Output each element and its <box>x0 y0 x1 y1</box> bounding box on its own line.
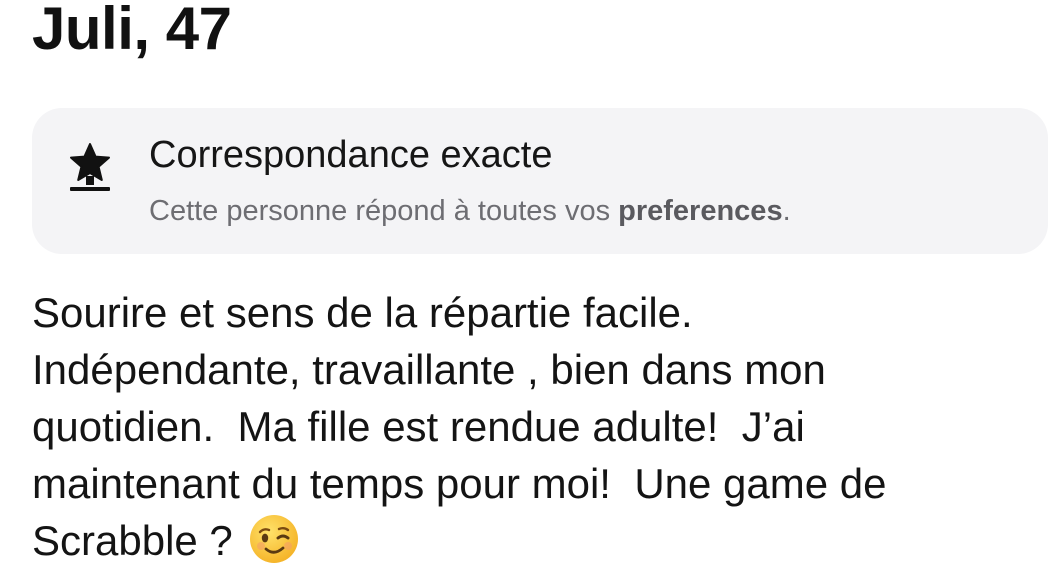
bio-line: quotidien. Ma fille est rendue adulte! J… <box>32 403 805 450</box>
bio-last-line: Scrabble ? <box>32 512 1032 569</box>
star-award-icon <box>68 142 112 194</box>
profile-bio: Sourire et sens de la répartie facile. I… <box>32 284 1032 569</box>
exact-match-card: Correspondance exacte Cette personne rép… <box>32 108 1048 254</box>
profile-name-age: Juli, 47 <box>32 0 232 62</box>
winking-face-emoji <box>248 513 300 565</box>
bio-line: Indépendante, travaillante , bien dans m… <box>32 346 826 393</box>
bio-line: maintenant du temps pour moi! Une game d… <box>32 460 887 507</box>
match-title: Correspondance exacte <box>149 134 553 176</box>
match-subtitle-end: . <box>782 195 791 227</box>
match-subtitle: Cette personne répond à toutes vos prefe… <box>149 192 791 230</box>
match-subtitle-text: Cette personne répond à toutes vos <box>149 195 619 227</box>
preferences-link-text: preferences <box>618 195 783 227</box>
bio-line-text: Scrabble ? <box>32 517 245 564</box>
bio-line: Sourire et sens de la répartie facile. <box>32 289 693 336</box>
